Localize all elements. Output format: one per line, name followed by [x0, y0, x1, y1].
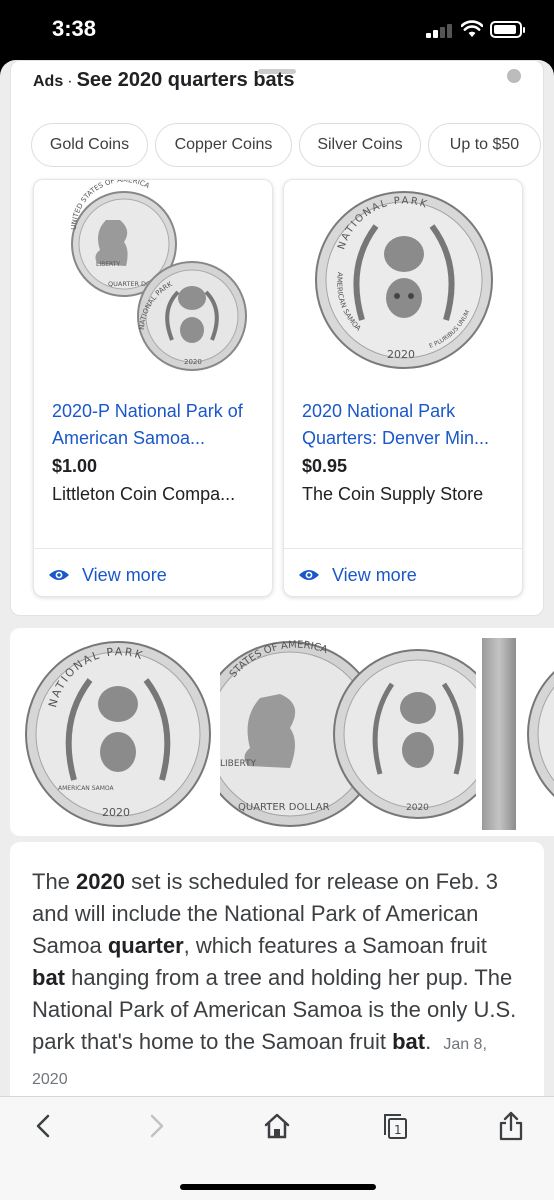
coin-legend: LIBERTY — [96, 261, 120, 268]
coin-legend: LIBERTY — [220, 759, 257, 769]
status-bar: 3:38 — [0, 0, 554, 60]
view-more-link[interactable]: View more — [298, 560, 417, 590]
product-image[interactable]: UNITED STATES OF AMERICA LIBERTY QUARTER… — [34, 180, 273, 380]
view-more-label: View more — [82, 564, 167, 585]
product-title[interactable]: 2020 National Park Quarters: Denver Min.… — [302, 398, 514, 452]
tab-count: 1 — [394, 1123, 402, 1137]
snippet-highlight: 2020 — [76, 869, 125, 894]
product-store: The Coin Supply Store — [302, 484, 484, 504]
snippet-text: The 2020 set is scheduled for release on… — [32, 866, 522, 1096]
view-more-label: View more — [332, 564, 417, 585]
wifi-icon — [461, 20, 483, 37]
snippet-highlight: quarter — [107, 933, 184, 958]
chip-gold-coins[interactable]: Gold Coins — [31, 123, 148, 167]
ads-header: Ads · See 2020 quarters bats — [33, 69, 294, 92]
product-card[interactable]: NATIONAL PARK AMERICAN SAMOA 2020 E PLUR… — [283, 179, 523, 597]
coin-legend: AMERICAN SAMOA — [58, 785, 115, 792]
image-thumbnail[interactable] — [482, 638, 516, 830]
search-results: Ads · See 2020 quarters bats Gold Coins Co… — [0, 60, 554, 1096]
snippet-highlight: bat — [392, 1029, 426, 1054]
coin-legend: QUARTER DOLLAR — [238, 802, 330, 813]
product-card[interactable]: UNITED STATES OF AMERICA LIBERTY QUARTER… — [33, 179, 273, 597]
card-divider — [284, 548, 522, 549]
ads-title: See 2020 quarters bats — [76, 69, 295, 91]
product-title[interactable]: 2020-P National Park of American Samoa..… — [52, 398, 264, 452]
ads-label: Ads — [33, 73, 64, 90]
product-store: Littleton Coin Compa... — [52, 484, 236, 504]
view-more-link[interactable]: View more — [48, 560, 167, 590]
card-divider — [34, 548, 272, 549]
coin-year: 2020 — [387, 348, 415, 361]
snippet-text-part: The — [32, 869, 77, 894]
forward-button[interactable] — [142, 1111, 172, 1141]
info-icon[interactable] — [507, 69, 521, 83]
eye-icon — [299, 570, 319, 580]
chip-silver-coins[interactable]: Silver Coins — [299, 123, 421, 167]
image-thumbnail[interactable]: NATIONAL PARK AMERICAN SAMOA 2020 — [22, 638, 215, 830]
status-time: 3:38 — [52, 16, 97, 41]
tabs-icon: 1 — [384, 1114, 407, 1139]
coin-year: 2020 — [406, 803, 429, 813]
eye-icon — [49, 570, 69, 580]
snippet-text-part: . — [425, 1029, 432, 1054]
image-results-strip: NATIONAL PARK AMERICAN SAMOA 2020 STATES… — [10, 628, 554, 836]
back-arrow-icon — [36, 1114, 50, 1138]
home-button[interactable] — [262, 1111, 292, 1141]
filter-chips: Gold Coins Copper Coins Silver Coins Up … — [31, 123, 545, 169]
shopping-ads-card: Ads · See 2020 quarters bats Gold Coins Co… — [10, 60, 544, 616]
share-button[interactable] — [496, 1111, 526, 1141]
ads-separator: · — [67, 73, 73, 90]
snippet-highlight: bat — [32, 965, 65, 990]
home-icon — [264, 1113, 290, 1139]
coin-year: 2020 — [184, 358, 202, 366]
image-thumbnail[interactable] — [518, 638, 554, 830]
chip-copper-coins[interactable]: Copper Coins — [155, 123, 292, 167]
coin-year: 2020 — [102, 806, 130, 819]
home-indicator[interactable] — [180, 1184, 376, 1190]
featured-snippet: The 2020 set is scheduled for release on… — [10, 842, 544, 1096]
tabs-button[interactable]: 1 — [378, 1111, 412, 1141]
snippet-text-part: , which features a Samoan fruit — [183, 933, 487, 958]
chip-up-to-50[interactable]: Up to $50 — [428, 123, 541, 167]
battery-icon — [490, 21, 525, 38]
image-thumbnail[interactable]: STATES OF AMERICA LIBERTY QUARTER DOLLAR… — [220, 638, 476, 830]
product-price: $1.00 — [52, 456, 98, 476]
product-image[interactable]: NATIONAL PARK AMERICAN SAMOA 2020 E PLUR… — [284, 180, 523, 380]
share-icon — [499, 1111, 523, 1141]
forward-arrow-icon — [150, 1114, 164, 1138]
product-price: $0.95 — [302, 456, 348, 476]
back-button[interactable] — [28, 1111, 58, 1141]
cellular-signal-icon — [426, 22, 454, 38]
